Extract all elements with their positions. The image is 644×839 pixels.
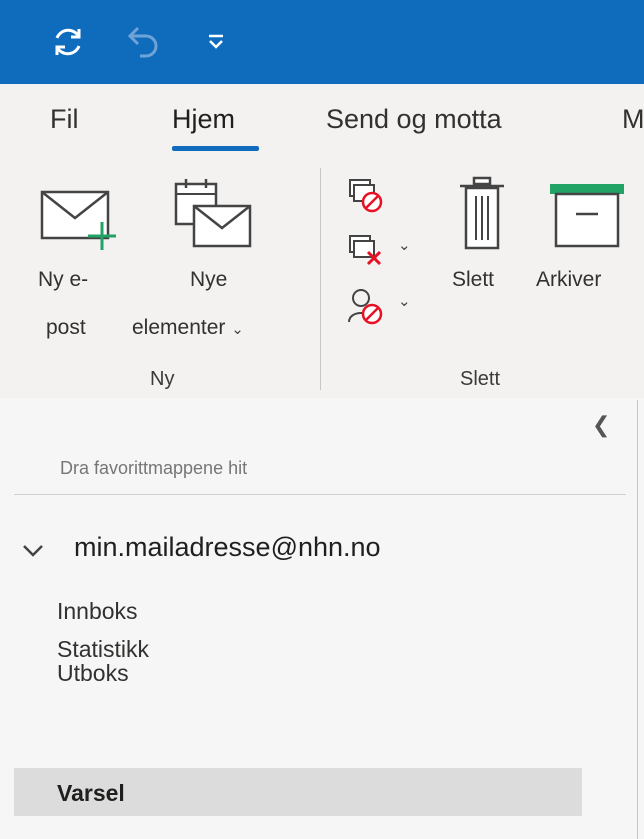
clean-up-button[interactable]: ⌄	[346, 232, 416, 272]
archive-button[interactable]	[536, 176, 644, 326]
favorites-hint: Dra favorittmappene hit	[60, 458, 248, 478]
new-items-label-2: elementer ⌄	[132, 316, 244, 340]
account-row[interactable]: min.mailadresse@nhn.no	[14, 528, 594, 568]
new-email-label-1: Ny e-	[38, 268, 89, 291]
chevron-down-icon: ⌄	[231, 321, 244, 338]
group-label-new: Ny	[150, 368, 175, 390]
tab-file[interactable]: Fil	[50, 104, 79, 135]
new-email-icon	[40, 190, 116, 250]
group-separator	[320, 168, 321, 390]
ignore-icon	[349, 179, 383, 213]
tab-more[interactable]: M	[622, 104, 644, 135]
ignore-button[interactable]	[346, 178, 386, 214]
folder-alerts[interactable]: Varsel	[14, 768, 582, 816]
new-items-label-text: elementer	[132, 316, 226, 339]
group-label-delete: Slett	[460, 368, 501, 390]
delete-label: Slett	[452, 268, 495, 291]
chevron-down-icon: ⌄	[398, 293, 411, 310]
folder-outbox[interactable]: Utboks	[14, 608, 582, 686]
delete-button[interactable]	[444, 176, 524, 326]
archive-icon	[550, 184, 624, 248]
pane-divider[interactable]	[637, 400, 638, 839]
junk-button[interactable]: ⌄	[346, 286, 416, 326]
favorites-divider	[14, 494, 626, 495]
title-bar	[0, 0, 644, 84]
account-name: min.mailadresse@nhn.no	[74, 532, 381, 562]
folder-label: Utboks	[57, 660, 129, 686]
chevron-down-icon[interactable]	[20, 538, 46, 562]
active-tab-indicator	[172, 146, 259, 151]
trash-icon	[460, 176, 504, 250]
clean-up-icon	[349, 235, 382, 266]
collapse-pane-icon[interactable]: ❮	[592, 412, 610, 438]
folder-label: Varsel	[57, 780, 125, 806]
tab-send-receive[interactable]: Send og motta	[326, 104, 502, 135]
new-items-label-1: Nye	[190, 268, 228, 291]
customize-dropdown-icon[interactable]	[200, 22, 240, 62]
new-email-label-2: post	[46, 316, 86, 339]
new-items-icon	[174, 179, 252, 248]
sync-icon[interactable]	[48, 22, 88, 62]
chevron-down-icon: ⌄	[398, 237, 411, 254]
junk-icon	[348, 289, 383, 325]
tab-home[interactable]: Hjem	[172, 104, 235, 135]
archive-label: Arkiver	[536, 268, 602, 291]
undo-icon[interactable]	[124, 22, 164, 62]
